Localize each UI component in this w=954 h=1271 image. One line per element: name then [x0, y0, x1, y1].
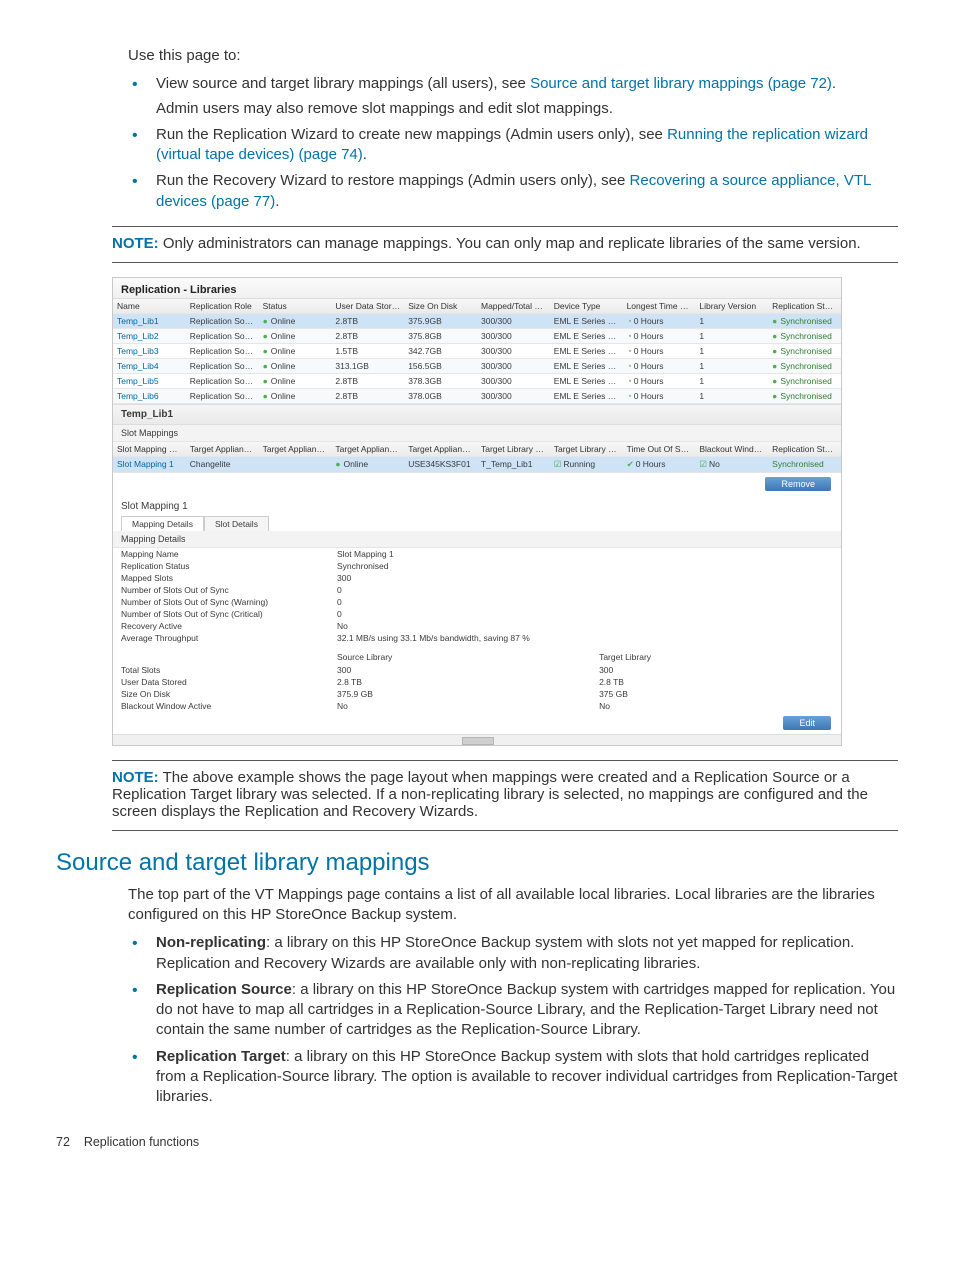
kv-row: Replication StatusSynchronised: [113, 560, 841, 572]
kv-row: Total Slots300300: [113, 664, 841, 676]
libraries-table: NameReplication RoleStatusUser Data Stor…: [113, 299, 841, 404]
definition-item: Non-replicating: a library on this HP St…: [128, 933, 898, 974]
top-bullet-item: Run the Replication Wizard to create new…: [128, 125, 898, 166]
kv-row: Number of Slots Out of Sync (Warning)0: [113, 596, 841, 608]
kv-row: Blackout Window ActiveNoNo: [113, 700, 841, 712]
col-header[interactable]: Replication Stat...: [768, 299, 841, 314]
top-bullet-item: Run the Recovery Wizard to restore mappi…: [128, 171, 898, 212]
section-intro: The top part of the VT Mappings page con…: [128, 885, 898, 926]
col-header[interactable]: Mapped/Total S...: [477, 299, 550, 314]
note-1-text: Only administrators can manage mappings.…: [163, 235, 861, 252]
detail-header: Temp_Lib1: [113, 404, 841, 425]
col-header[interactable]: Status: [259, 299, 332, 314]
top-bullet-item: View source and target library mappings …: [128, 74, 898, 119]
slot-mapping-title: Slot Mapping 1: [113, 495, 841, 512]
col-header[interactable]: Target Appliance Online: [331, 442, 404, 457]
tab-sub: Mapping Details: [113, 531, 841, 548]
detail-sub: Slot Mappings: [113, 425, 841, 442]
mapping-details-table: Mapping NameSlot Mapping 1Replication St…: [113, 548, 841, 644]
table-row[interactable]: Temp_Lib2Replication Sou...Online2.8TB37…: [113, 328, 841, 343]
top-bullet-list: View source and target library mappings …: [128, 74, 898, 212]
kv-row: Number of Slots Out of Sync (Critical)0: [113, 608, 841, 620]
doc-link[interactable]: Source and target library mappings (page…: [530, 75, 832, 92]
table-row[interactable]: Slot Mapping 1ChangeliteOnlineUSE345KS3F…: [113, 456, 841, 472]
kv-row: Mapped Slots300: [113, 572, 841, 584]
col-header[interactable]: Time Out Of Sync: [623, 442, 696, 457]
kv-row: User Data Stored2.8 TB2.8 TB: [113, 676, 841, 688]
remove-button[interactable]: Remove: [765, 477, 831, 491]
table-row[interactable]: Temp_Lib5Replication Sou...Online2.8TB37…: [113, 373, 841, 388]
slot-mappings-table: Slot Mapping NameTarget Appliance NameTa…: [113, 442, 841, 473]
intro-text: Use this page to:: [128, 46, 898, 66]
replication-libraries-screenshot: Replication - Libraries NameReplication …: [112, 277, 842, 746]
col-header[interactable]: User Data Stored: [331, 299, 404, 314]
col-header[interactable]: Library Version: [695, 299, 768, 314]
col-header[interactable]: Target Appliance Address: [259, 442, 332, 457]
col-header[interactable]: Target Appliance Serial Number: [404, 442, 477, 457]
kv-row: Number of Slots Out of Sync0: [113, 584, 841, 596]
col-header[interactable]: Device Type: [550, 299, 623, 314]
kv-row: Size On Disk375.9 GB375 GB: [113, 688, 841, 700]
tabs: Mapping DetailsSlot Details: [113, 512, 841, 531]
table-row[interactable]: Temp_Lib3Replication Sou...Online1.5TB34…: [113, 343, 841, 358]
definition-item: Replication Source: a library on this HP…: [128, 980, 898, 1041]
col-header[interactable]: Slot Mapping Name: [113, 442, 186, 457]
col-header[interactable]: Replication Status: [768, 442, 841, 457]
definitions-list: Non-replicating: a library on this HP St…: [128, 933, 898, 1107]
table-row[interactable]: Temp_Lib1Replication Sou...Online2.8TB37…: [113, 313, 841, 328]
footer-title: Replication functions: [84, 1135, 199, 1149]
tab-slot-details[interactable]: Slot Details: [204, 516, 269, 531]
table-row[interactable]: Temp_Lib4Replication Sou...Online313.1GB…: [113, 358, 841, 373]
note-2: NOTE: The above example shows the page l…: [112, 760, 898, 831]
note-1: NOTE: Only administrators can manage map…: [112, 226, 898, 263]
section-heading: Source and target library mappings: [56, 849, 898, 877]
col-header[interactable]: Target Library Name: [477, 442, 550, 457]
col-header[interactable]: Replication Role: [186, 299, 259, 314]
col-header[interactable]: Name: [113, 299, 186, 314]
page-footer: 72 Replication functions: [56, 1135, 898, 1149]
edit-button[interactable]: Edit: [783, 716, 831, 730]
col-header[interactable]: Longest Time O...: [623, 299, 696, 314]
table-row[interactable]: Temp_Lib6Replication Sou...Online2.8TB37…: [113, 388, 841, 403]
definition-item: Replication Target: a library on this HP…: [128, 1047, 898, 1108]
kv-row: Average Throughput32.1 MB/s using 33.1 M…: [113, 632, 841, 644]
tab-mapping-details[interactable]: Mapping Details: [121, 516, 204, 531]
note-2-label: NOTE:: [112, 769, 159, 786]
col-header[interactable]: Size On Disk: [404, 299, 477, 314]
footer-page: 72: [56, 1135, 70, 1149]
kv-row: Recovery ActiveNo: [113, 620, 841, 632]
note-2-text: The above example shows the page layout …: [112, 769, 868, 820]
note-1-label: NOTE:: [112, 235, 159, 252]
source-target-table: Source LibraryTarget Library Total Slots…: [113, 650, 841, 712]
col-header[interactable]: Blackout Window Active: [695, 442, 768, 457]
kv-row: Mapping NameSlot Mapping 1: [113, 548, 841, 560]
col-header[interactable]: Target Library Status: [550, 442, 623, 457]
ss-title: Replication - Libraries: [113, 278, 841, 299]
col-header[interactable]: Target Appliance Name: [186, 442, 259, 457]
